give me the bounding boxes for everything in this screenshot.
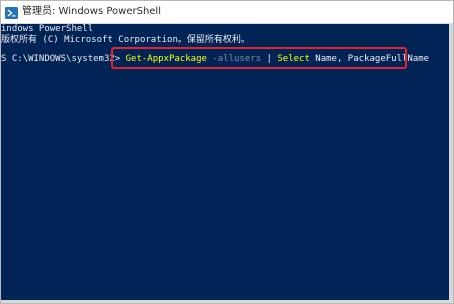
- prompt: S C:\WINDOWS\system32>: [1, 54, 126, 64]
- window-bottom-border: [1, 300, 453, 303]
- banner-line-1: indows PowerShell: [1, 24, 94, 34]
- powershell-window: 管理员: Windows PowerShell indows PowerShel…: [0, 0, 454, 304]
- banner-line-2: 版权所有 (C) Microsoft Corporation。保留所有权利。: [1, 35, 250, 45]
- scrollbar[interactable]: [449, 24, 453, 303]
- powershell-icon: [5, 6, 18, 19]
- command-highlight-box: [111, 47, 407, 69]
- title-bar[interactable]: 管理员: Windows PowerShell: [1, 1, 453, 24]
- window-title: 管理员: Windows PowerShell: [22, 6, 161, 17]
